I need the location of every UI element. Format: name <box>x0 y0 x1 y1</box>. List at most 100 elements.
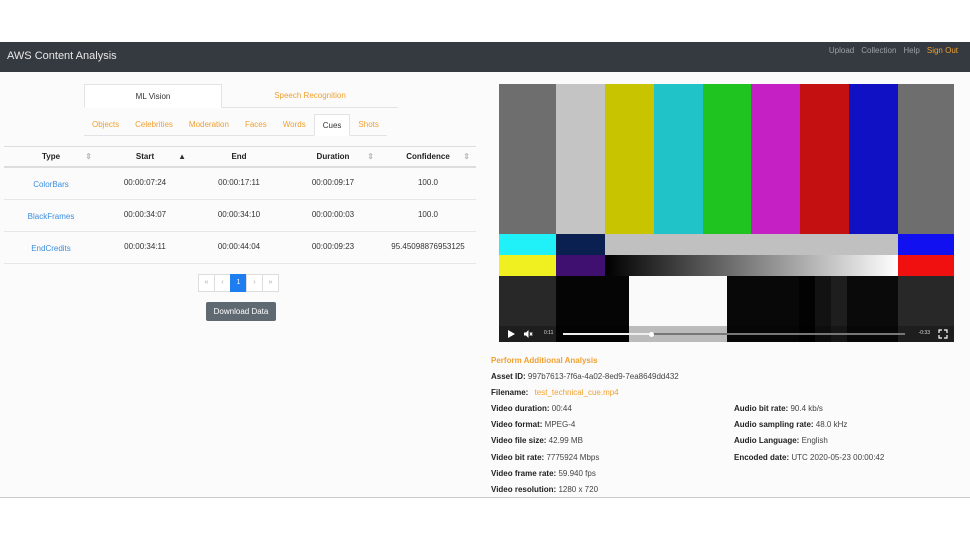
bar-red <box>800 84 849 234</box>
subtab-faces[interactable]: Faces <box>237 114 275 136</box>
subtab-words[interactable]: Words <box>275 114 314 136</box>
prop-value: 7775924 Mbps <box>546 453 600 462</box>
col-header-end[interactable]: End <box>192 147 286 166</box>
cue-duration: 00:00:09:17 <box>311 178 355 187</box>
nav-help[interactable]: Help <box>903 46 919 55</box>
seek-bar[interactable] <box>563 331 905 337</box>
prop-label: Encoded date: <box>734 453 790 462</box>
nav-links: Upload Collection Help Sign Out <box>829 46 958 55</box>
sort-asc-icon[interactable]: ▲ <box>178 147 186 167</box>
pagination: « ‹ 1 › » <box>198 274 279 292</box>
navbar: AWS Content Analysis Upload Collection H… <box>0 42 970 72</box>
cue-type-link[interactable]: BlackFrames <box>4 200 98 231</box>
prop-value: 59.940 fps <box>558 469 596 478</box>
prop-label: Video format: <box>491 420 543 429</box>
subtab-objects[interactable]: Objects <box>84 114 127 136</box>
bar-silver <box>556 84 605 234</box>
audio-sampling-rate: Audio sampling rate: 48.0 kHz <box>734 420 847 429</box>
table-header: Type ⇕ Start ▲ End Duration ⇕ Confidence ⇕ <box>4 146 476 168</box>
bar-cyan <box>654 84 703 234</box>
cue-type-link[interactable]: ColorBars <box>4 168 98 199</box>
bar-blue-mid <box>898 234 954 255</box>
bar-yellow <box>605 84 654 234</box>
filename-link[interactable]: test_technical_cue.mp4 <box>535 388 619 397</box>
asset-id-label: Asset ID: <box>491 372 526 381</box>
video-controls: 0:11 -0:33 <box>499 326 954 342</box>
bar-navy-mid <box>556 234 605 255</box>
play-icon[interactable] <box>506 329 516 339</box>
prop-label: Video frame rate: <box>491 469 557 478</box>
page-last-button[interactable]: » <box>262 274 279 292</box>
col-header-confidence[interactable]: Confidence ⇕ <box>380 147 476 166</box>
cue-confidence: 100.0 <box>417 178 439 187</box>
prop-value: 00:44 <box>551 404 572 413</box>
seek-progress <box>563 333 652 335</box>
sort-icon[interactable]: ⇕ <box>367 147 374 167</box>
cues-table: Type ⇕ Start ▲ End Duration ⇕ Confidence ⇕ C… <box>4 146 476 264</box>
app-frame: AWS Content Analysis Upload Collection H… <box>0 42 970 498</box>
table-row: ColorBars 00:00:07:24 00:00:17:11 00:00:… <box>4 168 476 200</box>
subtab-cues[interactable]: Cues <box>313 114 351 136</box>
cue-start: 00:00:34:11 <box>124 242 166 251</box>
table-row: EndCredits 00:00:34:11 00:00:44:04 00:00… <box>4 232 476 264</box>
nav-upload[interactable]: Upload <box>829 46 854 55</box>
table-row: BlackFrames 00:00:34:07 00:00:34:10 00:0… <box>4 200 476 232</box>
filename-line: Filename: test_technical_cue.mp4 <box>491 388 619 397</box>
prop-value: English <box>801 436 828 445</box>
fullscreen-icon[interactable] <box>938 329 948 339</box>
asset-id-line: Asset ID: 997b7613-7f6a-4a02-8ed9-7ea864… <box>491 372 679 381</box>
cue-end: 00:00:44:04 <box>217 242 261 251</box>
encoded-date: Encoded date: UTC 2020-05-23 00:00:42 <box>734 453 884 462</box>
video-bit-rate: Video bit rate: 7775924 Mbps <box>491 453 599 462</box>
prop-label: Audio Language: <box>734 436 800 445</box>
col-header-label: Duration <box>316 152 350 161</box>
cue-start: 00:00:07:24 <box>123 178 167 187</box>
page-1-button[interactable]: 1 <box>230 274 247 292</box>
page-first-button[interactable]: « <box>198 274 215 292</box>
col-header-duration[interactable]: Duration ⇕ <box>286 147 380 166</box>
subtab-moderation[interactable]: Moderation <box>181 114 237 136</box>
prop-value: 42.99 MB <box>548 436 583 445</box>
tab-speech-recognition[interactable]: Speech Recognition <box>222 84 398 108</box>
perform-additional-analysis-link[interactable]: Perform Additional Analysis <box>491 356 598 365</box>
subtab-celebrities[interactable]: Celebrities <box>127 114 181 136</box>
prop-label: Audio bit rate: <box>734 404 789 413</box>
audio-language: Audio Language: English <box>734 436 828 445</box>
mute-icon[interactable] <box>523 329 533 339</box>
bar-yellow-ramp <box>499 255 556 276</box>
bar-purple-ramp <box>556 255 605 276</box>
subtab-shots[interactable]: Shots <box>350 114 386 136</box>
sort-icon[interactable]: ⇕ <box>463 147 470 167</box>
cue-type-link[interactable]: EndCredits <box>4 232 98 263</box>
app-title[interactable]: AWS Content Analysis <box>7 50 117 62</box>
nav-collection[interactable]: Collection <box>861 46 896 55</box>
seek-handle[interactable] <box>649 331 655 337</box>
gray-ramp <box>605 255 898 276</box>
bar-gray-right <box>898 84 954 234</box>
col-header-label: Confidence <box>406 152 450 161</box>
cue-confidence: 100.0 <box>417 210 439 219</box>
col-header-start[interactable]: Start ▲ <box>98 147 192 166</box>
cue-confidence: 95.45098876953125 <box>391 242 465 251</box>
col-header-label: End <box>231 152 247 161</box>
video-resolution: Video resolution: 1280 x 720 <box>491 485 598 494</box>
video-player[interactable]: 0:11 -0:33 <box>499 84 954 342</box>
nav-sign-out[interactable]: Sign Out <box>927 46 958 55</box>
tab-ml-vision[interactable]: ML Vision <box>84 84 222 108</box>
analysis-tabs: ML Vision Speech Recognition <box>84 84 398 108</box>
prop-value: UTC 2020-05-23 00:00:42 <box>791 453 885 462</box>
bar-red-ramp <box>898 255 954 276</box>
cue-end: 00:00:34:10 <box>217 210 261 219</box>
prop-label: Video file size: <box>491 436 547 445</box>
bar-green <box>703 84 751 234</box>
video-duration: Video duration: 00:44 <box>491 404 572 413</box>
ml-sub-tabs: Objects Celebrities Moderation Faces Wor… <box>84 114 387 136</box>
page-next-button[interactable]: › <box>246 274 263 292</box>
col-header-type[interactable]: Type ⇕ <box>4 147 98 166</box>
cue-start: 00:00:34:07 <box>123 210 167 219</box>
sort-icon[interactable]: ⇕ <box>85 147 92 167</box>
page-prev-button[interactable]: ‹ <box>214 274 231 292</box>
download-data-button[interactable]: Download Data <box>206 302 276 321</box>
prop-value: 1280 x 720 <box>558 485 599 494</box>
bar-cyan-mid <box>499 234 556 255</box>
